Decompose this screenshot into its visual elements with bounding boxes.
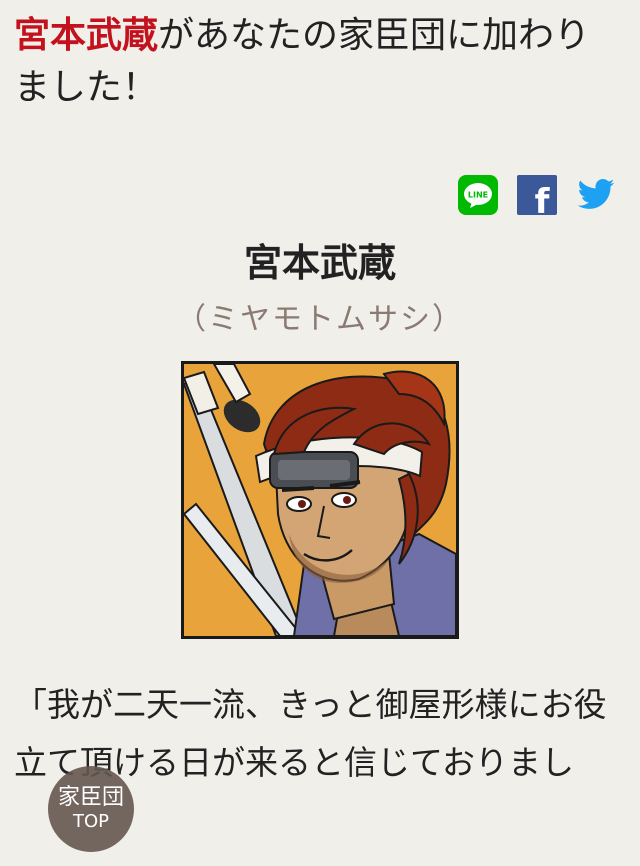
retainers-top-button[interactable]: 家臣団 TOP (48, 766, 134, 852)
twitter-share-button[interactable] (576, 175, 616, 215)
top-button-line1: 家臣団 (57, 785, 124, 810)
samurai-illustration (184, 364, 456, 636)
headline-character-name: 宮本武蔵 (14, 15, 159, 56)
line-icon-label: LINE (468, 191, 488, 200)
top-button-line2: TOP (72, 811, 110, 832)
share-buttons: LINE f (458, 175, 616, 222)
facebook-icon-label: f (535, 182, 551, 215)
character-name: 宮本武蔵 (243, 241, 396, 285)
twitter-icon (577, 179, 615, 209)
line-share-button[interactable]: LINE (458, 175, 498, 215)
character-reading: （ミヤモトムサシ） (176, 302, 464, 337)
line-icon: LINE (458, 175, 498, 215)
character-portrait (181, 361, 459, 639)
result-headline: 宮本武蔵があなたの家臣団に加わりました！ (14, 10, 626, 114)
facebook-icon: f (517, 175, 557, 222)
facebook-share-button[interactable]: f (517, 175, 557, 222)
